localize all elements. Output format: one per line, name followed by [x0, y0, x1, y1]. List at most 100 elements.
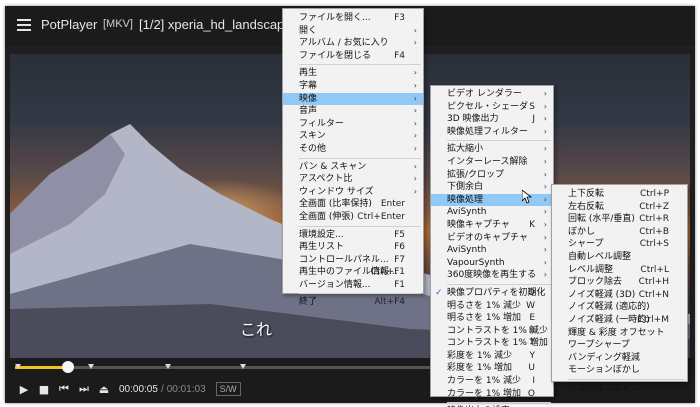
submenu-arrow-icon: ›	[543, 182, 547, 192]
context-menu-main: ファイルを開く... F3 開く › アルバム / お気に入り › ファイルを閉じる F4 再生…	[282, 8, 424, 307]
menu-item-video-8[interactable]: 下側余白 ›	[431, 181, 553, 194]
menu-item-label: 映像	[299, 93, 318, 104]
menu-item-processing-8[interactable]: ノイズ軽減 (3D) Ctrl+N	[552, 289, 687, 302]
menu-item-video-13[interactable]: AviSynth ›	[431, 244, 553, 257]
menu-item-processing-2[interactable]: 回転 (水平/垂直) Ctrl+R	[552, 213, 687, 226]
submenu-arrow-icon: ›	[543, 219, 547, 229]
submenu-arrow-icon: ›	[543, 156, 547, 166]
menu-item-main-0[interactable]: ファイルを開く... F3	[283, 12, 423, 25]
menu-item-video-5[interactable]: 拡大縮小 ›	[431, 143, 553, 156]
menu-item-processing-4[interactable]: シャープ Ctrl+S	[552, 238, 687, 251]
menu-item-shortcut: Ctrl+P	[640, 189, 669, 199]
seek-handle[interactable]	[61, 361, 74, 373]
menu-item-processing-1[interactable]: 左右反転 Ctrl+Z	[552, 201, 687, 214]
menu-item-processing-5[interactable]: 自動レベル調整	[552, 251, 687, 264]
stop-icon[interactable]: ■	[37, 383, 51, 396]
menu-item-processing-6[interactable]: レベル調整 Ctrl+L	[552, 264, 687, 277]
menu-item-label: ビデオ レンダラー	[447, 89, 522, 99]
menu-separator	[299, 293, 421, 295]
menu-item-video-15[interactable]: 360度映像を再生する ›	[431, 269, 553, 282]
menu-item-main-19[interactable]: 環境設定... F5	[283, 229, 423, 242]
menu-item-processing-0[interactable]: 上下反転 Ctrl+P	[552, 188, 687, 201]
menu-item-label: シャープ	[568, 239, 604, 250]
menu-hamburger-icon[interactable]	[17, 19, 31, 31]
menu-item-video-7[interactable]: 拡張/クロップ ›	[431, 169, 553, 182]
menu-item-video-24[interactable]: カラーを 1% 減少 I	[431, 375, 553, 388]
menu-item-video-23[interactable]: 彩度を 1% 増加 U	[431, 362, 553, 375]
menu-item-processing-14[interactable]: モーションぼかし	[552, 364, 687, 377]
menu-item-video-6[interactable]: インターレース解除 ›	[431, 156, 553, 169]
menu-item-main-10[interactable]: スキン ›	[283, 130, 423, 143]
menu-item-main-13[interactable]: パン & スキャン ›	[283, 161, 423, 174]
menu-item-label: 映像キャプチャ	[447, 219, 510, 230]
menu-separator	[299, 225, 421, 227]
menu-item-video-14[interactable]: VapourSynth ›	[431, 257, 553, 270]
menu-item-label: ピクセル・シェーダ	[447, 101, 529, 112]
menu-item-label: 再生	[299, 68, 318, 79]
menu-item-processing-11[interactable]: 輝度 & 彩度 オフセット	[552, 327, 687, 340]
menu-item-main-1[interactable]: 開く ›	[283, 25, 423, 38]
menu-item-label: 左右反転	[568, 201, 605, 212]
submenu-arrow-icon: ›	[413, 118, 417, 128]
menu-item-processing-13[interactable]: バンディング軽減	[552, 352, 687, 365]
submenu-arrow-icon: ›	[543, 194, 547, 204]
menu-item-main-23[interactable]: バージョン情報... F1	[283, 279, 423, 292]
menu-item-processing-7[interactable]: ブロック除去 Ctrl+H	[552, 276, 687, 289]
menu-item-label: AviSynth	[447, 207, 487, 218]
menu-separator	[447, 402, 551, 404]
menu-item-video-10[interactable]: AviSynth ›	[431, 206, 553, 219]
menu-item-main-6[interactable]: 字幕 ›	[283, 80, 423, 93]
menu-item-label: 上下反転	[568, 189, 605, 199]
menu-item-processing-9[interactable]: ノイズ軽減 (適応的)	[552, 301, 687, 314]
submenu-arrow-icon: ›	[543, 101, 547, 111]
menu-item-label: ノイズ軽減 (3D)	[568, 289, 636, 300]
previous-icon[interactable]: ⏮	[57, 382, 71, 396]
menu-item-video-20[interactable]: コントラストを 1% 減少 R	[431, 325, 553, 338]
menu-item-main-11[interactable]: その他 ›	[283, 143, 423, 156]
menu-item-main-15[interactable]: ウィンドウ サイズ ›	[283, 186, 423, 199]
menu-item-video-2[interactable]: 3D 映像出力 J ›	[431, 113, 553, 126]
menu-item-main-17[interactable]: 全画面 (伸張) Ctrl+Enter	[283, 211, 423, 224]
menu-item-video-22[interactable]: 彩度を 1% 減少 Y	[431, 350, 553, 363]
menu-item-video-17[interactable]: ✓ 映像プロパティを初期化 Q	[431, 287, 553, 300]
eject-icon[interactable]: ⏏	[97, 383, 111, 396]
menu-item-video-12[interactable]: ビデオのキャプチャ ›	[431, 232, 553, 245]
menu-item-main-20[interactable]: 再生リスト F6	[283, 241, 423, 254]
menu-item-processing-3[interactable]: ぼかし Ctrl+B	[552, 226, 687, 239]
menu-item-main-16[interactable]: 全画面 (比率保持) Enter	[283, 198, 423, 211]
menu-item-main-7[interactable]: 映像 ›	[283, 92, 423, 106]
menu-item-main-25[interactable]: 終了 Alt+F4	[283, 296, 423, 309]
menu-item-processing-16[interactable]: 映像処理の設定...	[552, 382, 687, 395]
menu-item-label: 全画面 (比率保持)	[299, 199, 372, 210]
menu-item-main-22[interactable]: 再生中のファイル情報... Ctrl+F1	[283, 266, 423, 279]
menu-item-processing-12[interactable]: ワープシャープ	[552, 339, 687, 352]
menu-item-main-5[interactable]: 再生 ›	[283, 67, 423, 80]
menu-item-main-21[interactable]: コントロールパネル... F7	[283, 254, 423, 267]
menu-item-main-2[interactable]: アルバム / お気に入り ›	[283, 37, 423, 50]
menu-item-video-25[interactable]: カラーを 1% 増加 O	[431, 388, 553, 401]
menu-item-video-19[interactable]: 明るさを 1% 増加 E	[431, 312, 553, 325]
menu-item-shortcut: Alt+F4	[374, 297, 405, 308]
play-icon[interactable]: ▶	[17, 383, 31, 396]
menu-item-video-11[interactable]: 映像キャプチャ K ›	[431, 219, 553, 232]
menu-item-main-9[interactable]: フィルター ›	[283, 118, 423, 131]
menu-item-main-3[interactable]: ファイルを閉じる F4	[283, 50, 423, 63]
menu-item-video-1[interactable]: ピクセル・シェーダ S ›	[431, 101, 553, 114]
menu-item-video-18[interactable]: 明るさを 1% 減少 W	[431, 300, 553, 313]
menu-item-main-14[interactable]: アスペクト比 ›	[283, 173, 423, 186]
menu-item-video-9[interactable]: 映像処理 ›	[431, 193, 553, 207]
submenu-arrow-icon: ›	[413, 106, 417, 116]
menu-item-processing-10[interactable]: ノイズ軽減 (一時的) Ctrl+M	[552, 314, 687, 327]
sw-decoder-button[interactable]: S/W	[215, 382, 241, 396]
menu-item-label: バンディング軽減	[568, 352, 640, 363]
submenu-arrow-icon: ›	[543, 257, 547, 267]
menu-item-video-3[interactable]: 映像処理フィルター ›	[431, 126, 553, 139]
next-icon[interactable]: ⏭	[77, 382, 91, 396]
menu-item-shortcut: Ctrl+Enter	[357, 211, 405, 222]
menu-item-video-21[interactable]: コントラストを 1% 増加 T	[431, 337, 553, 350]
menu-item-shortcut: Y	[529, 350, 536, 361]
menu-item-video-0[interactable]: ビデオ レンダラー ›	[431, 88, 553, 101]
menu-item-shortcut: F3	[394, 13, 405, 23]
menu-item-main-8[interactable]: 音声 ›	[283, 105, 423, 118]
menu-item-label: 輝度 & 彩度 オフセット	[568, 327, 665, 338]
